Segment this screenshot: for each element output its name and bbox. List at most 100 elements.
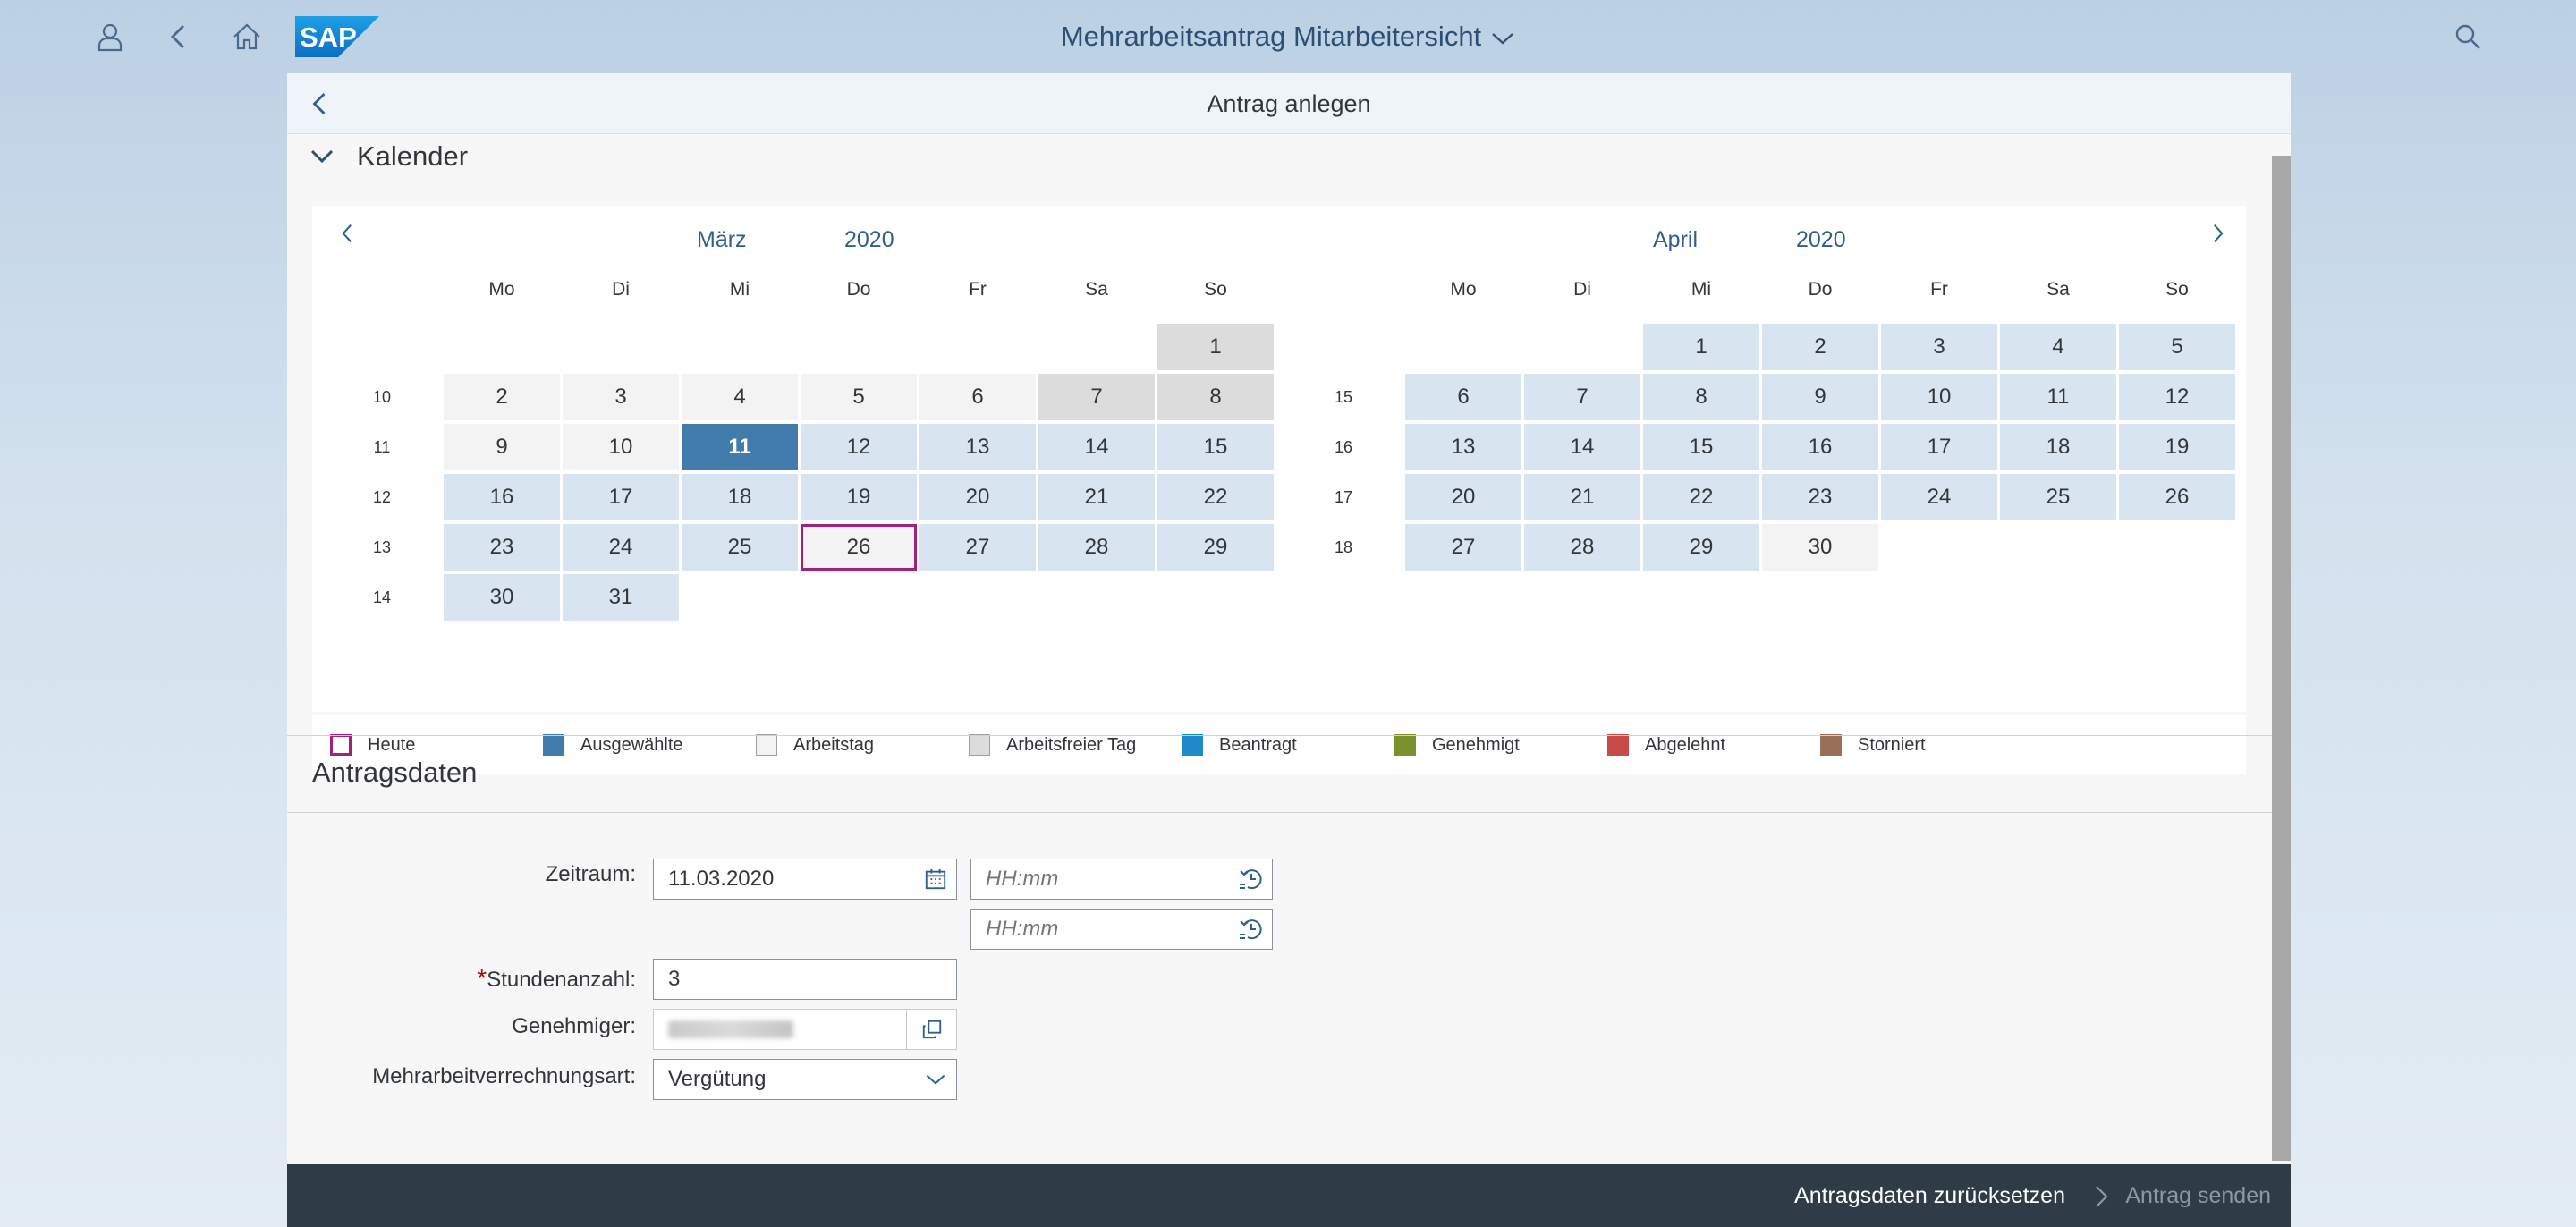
calendar-day[interactable]: 8 xyxy=(1643,374,1759,420)
time-to-input[interactable]: HH:mm xyxy=(970,909,1273,950)
month-button[interactable]: März xyxy=(697,227,747,253)
calendar-day[interactable]: 13 xyxy=(919,424,1036,470)
calendar-day[interactable]: 10 xyxy=(1881,374,1997,420)
legend-label: Abgelehnt xyxy=(1645,734,1726,755)
calendar-day[interactable]: 17 xyxy=(563,474,679,520)
compensation-select[interactable]: Vergütung xyxy=(653,1059,957,1100)
calendar-day[interactable]: 31 xyxy=(563,574,679,621)
month-button[interactable]: April xyxy=(1653,227,1698,253)
calendar-section-toggle[interactable]: Kalender xyxy=(310,136,468,177)
calendar-day[interactable]: 12 xyxy=(801,424,917,470)
home-icon[interactable] xyxy=(226,16,267,57)
calendar-day[interactable]: 14 xyxy=(1524,424,1640,470)
weekday-header: Sa xyxy=(1085,279,1108,300)
week-number: 12 xyxy=(372,488,392,506)
year-button[interactable]: 2020 xyxy=(1796,227,1846,253)
calendar-day[interactable]: 17 xyxy=(1881,424,1997,470)
calendar-day[interactable]: 1 xyxy=(1643,324,1759,370)
calendar-day[interactable]: 3 xyxy=(1881,324,1997,370)
calendar-day[interactable]: 28 xyxy=(1524,524,1640,571)
calendar-day[interactable]: 11 xyxy=(682,424,798,470)
calendar-day[interactable]: 30 xyxy=(1762,524,1878,571)
send-button[interactable]: Antrag senden xyxy=(2125,1164,2271,1227)
calendar-day[interactable]: 21 xyxy=(1524,474,1640,520)
calendar-day[interactable]: 23 xyxy=(1762,474,1878,520)
calendar-day[interactable]: 30 xyxy=(444,574,560,621)
app-title-button[interactable]: Mehrarbeitsantrag Mitarbeitersicht xyxy=(1061,21,1515,52)
chevron-down-icon xyxy=(1492,32,1513,45)
calendar-day[interactable]: 22 xyxy=(1643,474,1759,520)
calendar-day[interactable]: 19 xyxy=(2119,424,2235,470)
calendar-day[interactable]: 2 xyxy=(1762,324,1878,370)
week-number: 10 xyxy=(372,388,392,406)
calendar-day[interactable]: 9 xyxy=(444,424,560,470)
reset-button[interactable]: Antragsdaten zurücksetzen xyxy=(1794,1164,2065,1227)
prev-month-icon[interactable] xyxy=(332,218,362,249)
calendar-day[interactable]: 15 xyxy=(1643,424,1759,470)
calendar-day[interactable]: 10 xyxy=(563,424,679,470)
calendar-day[interactable]: 16 xyxy=(444,474,560,520)
calendar-day[interactable]: 21 xyxy=(1038,474,1155,520)
calendar-day[interactable]: 18 xyxy=(2000,424,2116,470)
legend-swatch xyxy=(1394,734,1416,756)
calendar-day[interactable]: 26 xyxy=(2119,474,2235,520)
weekday-header: Mi xyxy=(1690,279,1712,300)
calendar-day[interactable]: 5 xyxy=(2119,324,2235,370)
back-icon[interactable] xyxy=(158,16,199,57)
zeitraum-label: Zeitraum: xyxy=(545,862,636,886)
calendar-day[interactable]: 29 xyxy=(1157,524,1274,571)
calendar-day[interactable]: 18 xyxy=(682,474,798,520)
calendar-day[interactable]: 29 xyxy=(1643,524,1759,571)
calendar-day[interactable]: 4 xyxy=(2000,324,2116,370)
calendar-day[interactable]: 2 xyxy=(444,374,560,420)
calendar-day[interactable]: 27 xyxy=(1405,524,1521,571)
calendar-day[interactable]: 12 xyxy=(2119,374,2235,420)
calendar-day[interactable]: 6 xyxy=(1405,374,1521,420)
calendar-day[interactable]: 11 xyxy=(2000,374,2116,420)
value-help-icon[interactable] xyxy=(906,1010,956,1049)
calendar-day[interactable]: 20 xyxy=(919,474,1036,520)
calendar-day[interactable]: 3 xyxy=(563,374,679,420)
weekday-header: Sa xyxy=(2046,279,2070,300)
year-button[interactable]: 2020 xyxy=(844,227,894,253)
calendar-day[interactable]: 25 xyxy=(2000,474,2116,520)
calendar-day[interactable]: 8 xyxy=(1157,374,1274,420)
calendar-day[interactable]: 15 xyxy=(1157,424,1274,470)
search-icon[interactable] xyxy=(2447,16,2488,57)
calendar-day[interactable]: 27 xyxy=(919,524,1036,571)
calendar-day[interactable]: 7 xyxy=(1038,374,1155,420)
nav-back-icon[interactable] xyxy=(303,88,335,120)
clock-icon[interactable] xyxy=(1236,914,1267,944)
person-icon[interactable] xyxy=(89,16,131,57)
calendar-day[interactable]: 14 xyxy=(1038,424,1155,470)
calendar-day[interactable]: 24 xyxy=(1881,474,1997,520)
calendar-day[interactable]: 1 xyxy=(1157,324,1274,370)
calendar-day[interactable]: 20 xyxy=(1405,474,1521,520)
calendar-day[interactable]: 5 xyxy=(801,374,917,420)
hours-input[interactable]: 3 xyxy=(653,959,957,1000)
scrollbar[interactable] xyxy=(2272,156,2291,1161)
calendar-day[interactable]: 7 xyxy=(1524,374,1640,420)
date-input[interactable]: 11.03.2020 xyxy=(653,859,957,900)
calendar-day[interactable]: 26 xyxy=(801,524,917,571)
week-number: 18 xyxy=(1334,538,1353,556)
clock-icon[interactable] xyxy=(1236,864,1267,894)
calendar-day[interactable]: 16 xyxy=(1762,424,1878,470)
app-title: Mehrarbeitsantrag Mitarbeitersicht xyxy=(0,16,2576,57)
time-from-input[interactable]: HH:mm xyxy=(970,859,1273,900)
calendar-day[interactable]: 13 xyxy=(1405,424,1521,470)
calendar-day[interactable]: 6 xyxy=(919,374,1036,420)
calendar-day[interactable]: 22 xyxy=(1157,474,1274,520)
calendar-day[interactable]: 24 xyxy=(563,524,679,571)
calendar-day[interactable]: 23 xyxy=(444,524,560,571)
approver-input[interactable] xyxy=(653,1009,957,1050)
calendar-day[interactable]: 4 xyxy=(682,374,798,420)
next-month-icon[interactable] xyxy=(2203,218,2233,249)
chevron-down-icon[interactable] xyxy=(920,1064,951,1095)
calendar-day[interactable]: 25 xyxy=(682,524,798,571)
weekday-header: Fr xyxy=(969,279,987,300)
calendar-day[interactable]: 28 xyxy=(1038,524,1155,571)
calendar-day[interactable]: 19 xyxy=(801,474,917,520)
calendar-icon[interactable] xyxy=(920,864,951,894)
calendar-day[interactable]: 9 xyxy=(1762,374,1878,420)
